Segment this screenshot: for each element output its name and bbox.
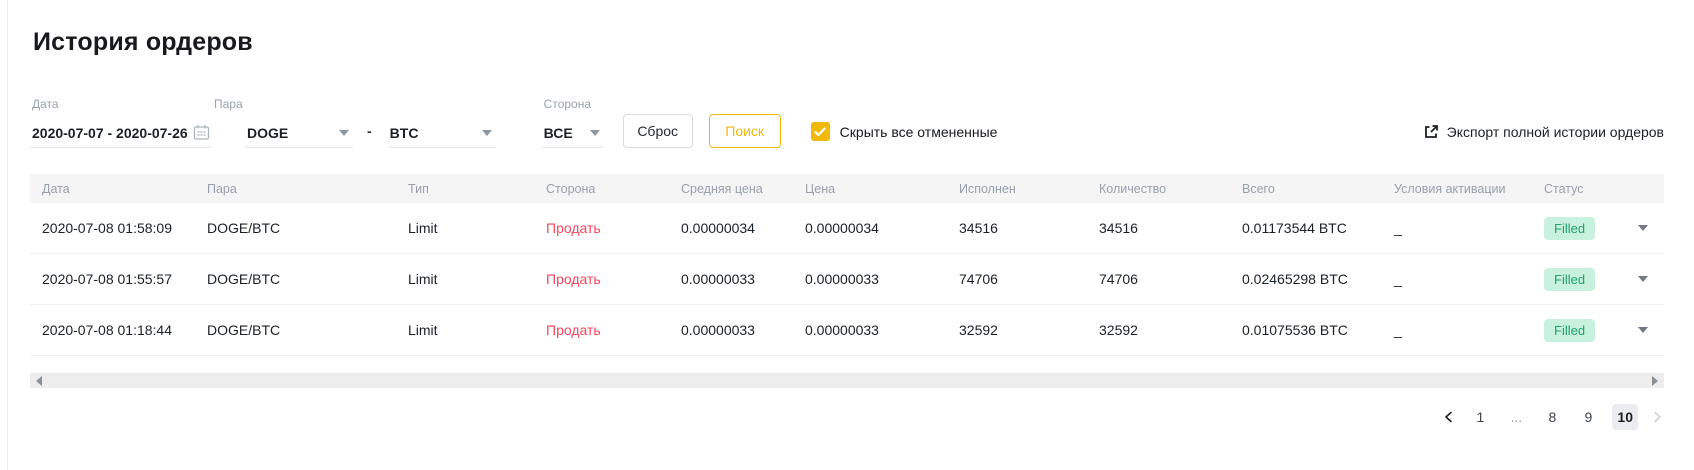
header-amount: Количество <box>1099 181 1167 196</box>
reset-button[interactable]: Сброс <box>622 114 693 148</box>
cell-amount: 32592 <box>1099 322 1138 338</box>
header-side: Сторона <box>546 181 596 196</box>
cell-executed: 74706 <box>959 271 998 287</box>
expand-caret-icon[interactable] <box>1638 225 1648 231</box>
side-filter: Сторона ВСЕ <box>496 97 604 148</box>
cell-avg-price: 0.00000034 <box>681 220 755 236</box>
header-pair: Пара <box>207 181 237 196</box>
table-row: 2020-07-08 01:18:44 DOGE/BTC Limit Прода… <box>30 305 1664 356</box>
page-button-1[interactable]: 1 <box>1468 404 1492 430</box>
page-button-8[interactable]: 8 <box>1540 404 1564 430</box>
cell-date: 2020-07-08 01:55:57 <box>42 271 172 287</box>
chevron-down-icon <box>589 129 600 136</box>
pair-base-filter: Пара DOGE <box>212 97 353 148</box>
chevron-down-icon <box>339 129 349 136</box>
cell-price: 0.00000033 <box>805 271 879 287</box>
header-type: Тип <box>408 181 429 196</box>
cell-pair: DOGE/BTC <box>207 322 281 338</box>
pair-separator: - <box>367 123 372 139</box>
table-header-row: Дата Пара Тип Сторона Средняя цена Цена … <box>30 174 1664 203</box>
chevron-down-icon <box>481 129 492 136</box>
date-filter: Дата 2020-07-07 - 2020-07-26 <box>30 97 212 148</box>
cell-price: 0.00000033 <box>805 322 879 338</box>
export-icon <box>1424 125 1438 138</box>
expand-caret-icon[interactable] <box>1638 276 1648 282</box>
page-button-9[interactable]: 9 <box>1576 404 1600 430</box>
cell-total: 0.01173544 BTC <box>1242 220 1347 236</box>
cell-pair: DOGE/BTC <box>207 271 281 287</box>
date-range-value: 2020-07-07 - 2020-07-26 <box>32 124 188 141</box>
cell-pair: DOGE/BTC <box>207 220 281 236</box>
date-filter-label: Дата <box>32 97 59 111</box>
table-row: 2020-07-08 01:55:57 DOGE/BTC Limit Прода… <box>30 254 1664 305</box>
pair-base-value: DOGE <box>247 124 289 141</box>
filters-bar: Дата 2020-07-07 - 2020-07-26 Пара DOGE -… <box>30 97 1664 148</box>
header-avg-price: Средняя цена <box>681 181 763 196</box>
cell-avg-price: 0.00000033 <box>681 271 755 287</box>
header-total: Всего <box>1242 181 1275 196</box>
horizontal-scrollbar[interactable] <box>30 373 1664 388</box>
expand-caret-icon[interactable] <box>1638 327 1648 333</box>
pair-quote-filter: BTC <box>387 118 496 148</box>
status-badge: Filled <box>1544 267 1596 291</box>
pair-quote-value: BTC <box>389 124 419 141</box>
cell-trigger-conditions: _ <box>1394 220 1402 236</box>
cell-type: Limit <box>408 220 438 236</box>
page-ellipsis: ... <box>1510 409 1523 425</box>
cell-trigger-conditions: _ <box>1394 322 1402 338</box>
hide-cancelled-checkbox[interactable] <box>810 122 830 141</box>
cell-trigger-conditions: _ <box>1394 271 1402 287</box>
cell-total: 0.02465298 BTC <box>1242 271 1348 287</box>
export-link-label: Экспорт полной истории ордеров <box>1446 124 1664 140</box>
export-link[interactable]: Экспорт полной истории ордеров <box>1423 124 1664 140</box>
status-badge: Filled <box>1544 318 1596 342</box>
cell-total: 0.01075536 BTC <box>1242 322 1348 338</box>
pair-base-select[interactable]: DOGE <box>245 118 353 148</box>
cell-type: Limit <box>408 322 438 338</box>
cell-side: Продать <box>546 322 601 338</box>
cell-side: Продать <box>546 271 601 287</box>
cell-avg-price: 0.00000033 <box>681 322 755 338</box>
check-icon <box>814 127 826 136</box>
cell-executed: 34516 <box>959 220 998 236</box>
cell-price: 0.00000034 <box>805 220 879 236</box>
side-filter-label: Сторона <box>543 97 592 111</box>
cell-date: 2020-07-08 01:18:44 <box>42 322 172 338</box>
chevron-right-icon[interactable] <box>1650 410 1664 424</box>
header-price: Цена <box>805 181 836 196</box>
chevron-left-icon[interactable] <box>1442 410 1456 424</box>
table-row: 2020-07-08 01:58:09 DOGE/BTC Limit Прода… <box>30 203 1664 254</box>
calendar-icon[interactable] <box>193 124 210 141</box>
cell-type: Limit <box>408 271 438 287</box>
order-history-page: История ордеров Дата 2020-07-07 - 2020-0… <box>0 0 1694 430</box>
side-select[interactable]: ВСЕ <box>541 118 604 148</box>
date-range-input[interactable]: 2020-07-07 - 2020-07-26 <box>30 118 212 148</box>
page-title: История ордеров <box>33 28 253 56</box>
side-value: ВСЕ <box>543 124 573 141</box>
cell-side: Продать <box>546 220 601 236</box>
scroll-left-icon[interactable] <box>36 375 42 386</box>
panel-left-border <box>7 0 8 470</box>
scroll-right-icon[interactable] <box>1652 375 1658 386</box>
pair-quote-select[interactable]: BTC <box>387 118 496 148</box>
search-button[interactable]: Поиск <box>708 114 781 148</box>
header-trigger-conditions: Условия активации <box>1394 181 1506 196</box>
header-status: Статус <box>1544 181 1584 196</box>
header-date: Дата <box>42 181 70 196</box>
hide-cancelled-label: Скрыть все отмененные <box>839 123 998 140</box>
cell-date: 2020-07-08 01:58:09 <box>42 220 172 236</box>
cell-amount: 34516 <box>1099 220 1138 236</box>
page-button-10-current[interactable]: 10 <box>1612 404 1638 430</box>
orders-table: Дата Пара Тип Сторона Средняя цена Цена … <box>30 174 1664 356</box>
status-badge: Filled <box>1544 216 1596 240</box>
header-executed: Исполнен <box>959 181 1016 196</box>
cell-amount: 74706 <box>1099 271 1138 287</box>
hide-cancelled-checkbox-row[interactable]: Скрыть все отмененные <box>810 122 998 141</box>
cell-executed: 32592 <box>959 322 998 338</box>
pagination: 1 ... 8 9 10 <box>30 404 1664 430</box>
pair-filter-label: Пара <box>214 97 243 111</box>
